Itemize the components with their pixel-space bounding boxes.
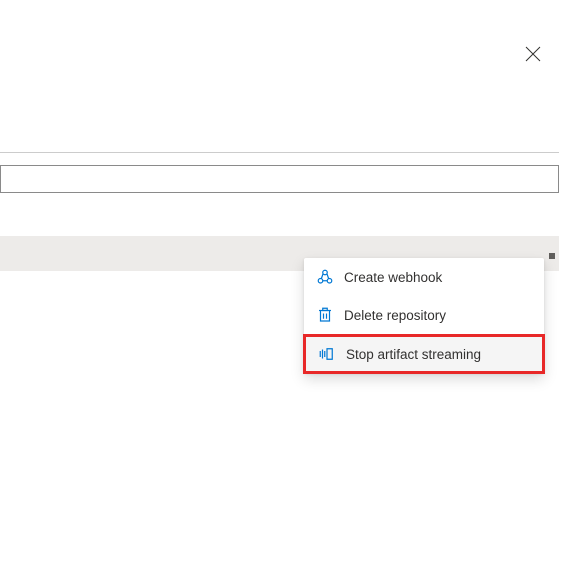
- webhook-icon: [316, 268, 334, 286]
- close-icon: [525, 46, 541, 67]
- trash-icon: [316, 306, 334, 324]
- text-input[interactable]: [0, 165, 559, 193]
- stream-stop-icon: [318, 345, 336, 363]
- menu-item-delete-repository[interactable]: Delete repository: [304, 296, 544, 334]
- menu-item-label: Stop artifact streaming: [346, 347, 481, 362]
- menu-item-stop-artifact-streaming[interactable]: Stop artifact streaming: [303, 334, 545, 374]
- close-button[interactable]: [521, 44, 545, 68]
- dropdown-indicator: [549, 253, 555, 259]
- context-menu: Create webhook Delete repository Stop ar…: [304, 258, 544, 373]
- menu-item-create-webhook[interactable]: Create webhook: [304, 258, 544, 296]
- divider: [0, 152, 559, 153]
- menu-item-label: Delete repository: [344, 308, 446, 323]
- menu-item-label: Create webhook: [344, 270, 442, 285]
